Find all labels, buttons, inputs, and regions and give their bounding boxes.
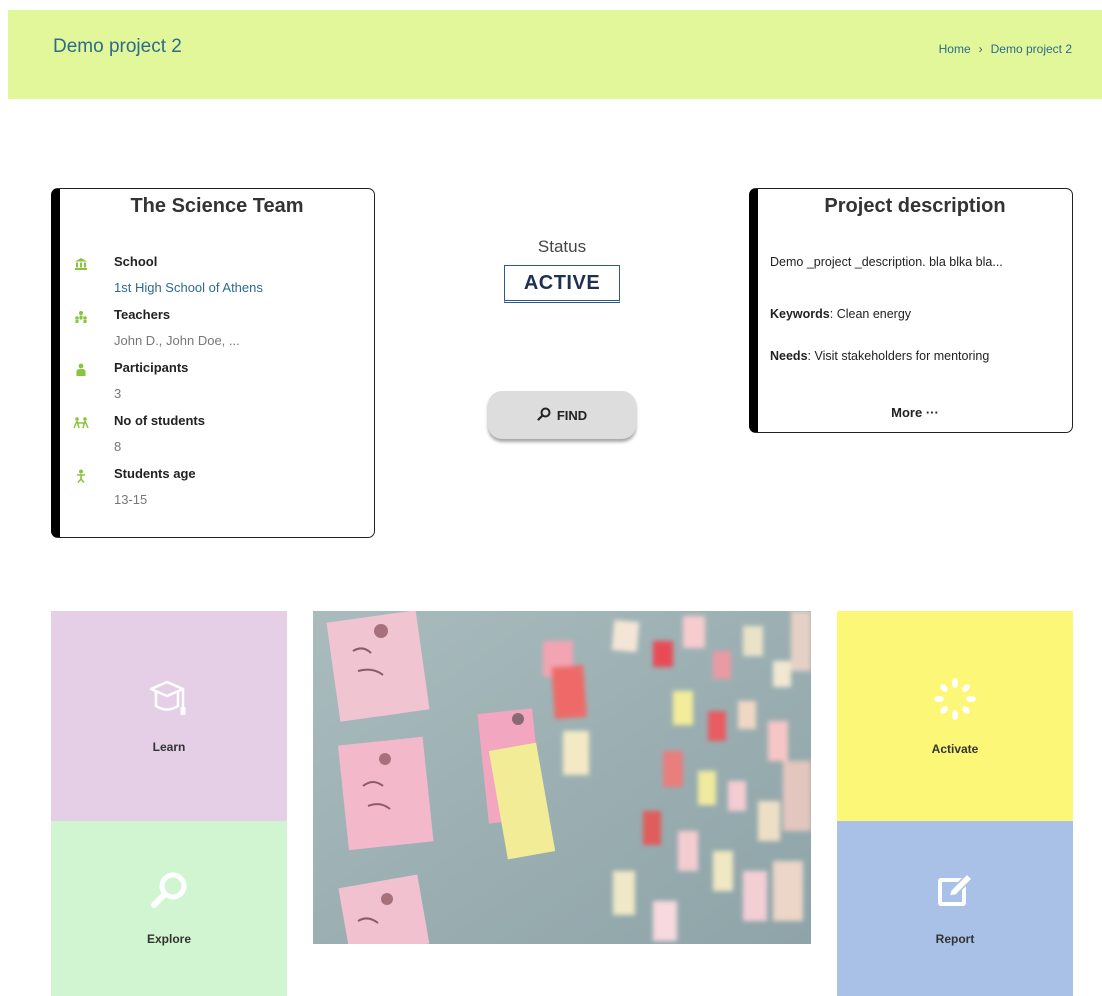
keywords-label: Keywords [770, 307, 830, 321]
team-item-school: School 1st High School of Athens [72, 253, 263, 306]
team-info-list: School 1st High School of Athens Teacher… [72, 253, 263, 518]
report-tile-label: Report [935, 932, 975, 946]
team-item-age: Students age 13-15 [72, 465, 263, 518]
keywords-line: Keywords: Clean energy [770, 307, 911, 321]
students-icon [72, 414, 90, 432]
team-card: The Science Team School 1st High School … [51, 188, 375, 538]
status-badge: ACTIVE [504, 265, 620, 303]
age-icon [72, 467, 90, 485]
explore-tile[interactable]: Explore [51, 821, 287, 996]
school-value[interactable]: 1st High School of Athens [114, 279, 263, 297]
participants-label: Participants [114, 360, 189, 375]
search-icon [537, 407, 551, 424]
project-description-text: Demo _project _description. bla blka bla… [770, 255, 1003, 269]
team-item-students: No of students 8 [72, 412, 263, 465]
breadcrumb: Home › Demo project 2 [939, 42, 1072, 56]
status-label: Status [537, 237, 587, 256]
learn-tile[interactable]: Learn [51, 611, 287, 821]
students-label: No of students [114, 413, 205, 428]
age-label: Students age [114, 466, 196, 481]
teachers-icon [72, 308, 90, 326]
needs-label: Needs [770, 349, 808, 363]
participant-icon [72, 361, 90, 379]
learn-tile-label: Learn [152, 739, 186, 754]
teachers-label: Teachers [114, 307, 171, 322]
report-tile[interactable]: Report [837, 821, 1073, 996]
keywords-value: : Clean energy [829, 307, 912, 321]
age-value: 13-15 [114, 492, 148, 507]
breadcrumb-home-link[interactable]: Home [939, 42, 971, 56]
edit-icon [935, 871, 975, 916]
more-link[interactable]: More ··· [758, 405, 1072, 420]
breadcrumb-separator: › [978, 42, 983, 56]
description-card-title: Project description [824, 195, 1006, 217]
find-button[interactable]: FIND [488, 391, 636, 439]
page-title: Demo project 2 [53, 36, 182, 57]
magnifier-icon [149, 871, 189, 916]
graduation-cap-icon [147, 679, 191, 724]
team-item-participants: Participants 3 [72, 359, 263, 412]
sticky-notes-photo [313, 611, 811, 944]
students-value: 8 [114, 439, 122, 454]
team-item-teachers: Teachers John D., John Doe, ... [72, 306, 263, 359]
activate-tile[interactable]: Activate [837, 611, 1073, 821]
spinner-icon [933, 677, 977, 726]
find-button-label: FIND [556, 407, 588, 423]
participants-value: 3 [114, 386, 122, 401]
school-label: School [114, 254, 158, 269]
breadcrumb-current: Demo project 2 [990, 42, 1072, 56]
explore-tile-label: Explore [146, 932, 191, 946]
activate-tile-label: Activate [931, 741, 979, 756]
institution-icon [72, 255, 90, 273]
needs-line: Needs: Visit stakeholders for mentoring [770, 349, 989, 363]
teachers-value: John D., John Doe, ... [114, 333, 240, 348]
page-header: Demo project 2 Home › Demo project 2 [8, 10, 1102, 99]
needs-value: : Visit stakeholders for mentoring [807, 349, 990, 363]
project-description-card: Project description Demo _project _descr… [749, 188, 1073, 433]
team-card-title: The Science Team [130, 195, 304, 217]
